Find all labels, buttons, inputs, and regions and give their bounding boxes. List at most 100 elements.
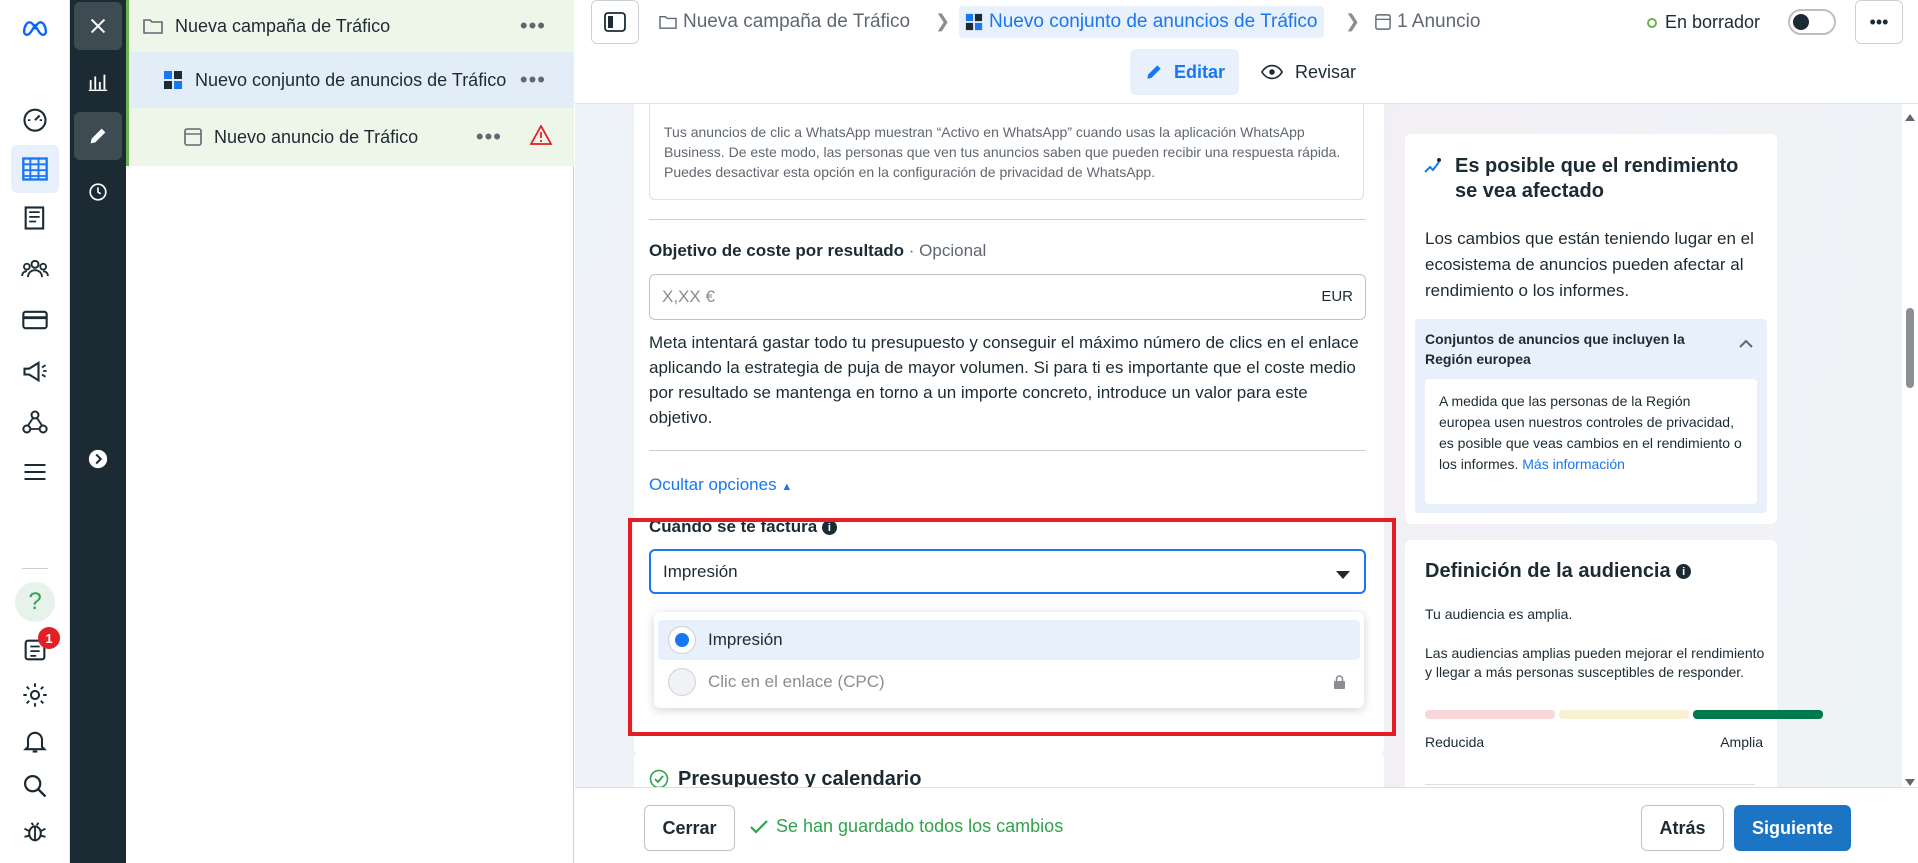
eu-accordion-title: Conjuntos de anuncios que incluyen la Re…	[1425, 331, 1685, 367]
expand-panel-icon[interactable]	[74, 435, 122, 483]
perf-title: Es posible que el rendimiento se vea afe…	[1455, 155, 1739, 202]
cost-goal-label: Objetivo de coste por resultado · Opcion…	[649, 241, 986, 261]
breadcrumb-adset-label: Nuevo conjunto de anuncios de Tráfico	[989, 11, 1318, 32]
cost-goal-help: Meta intentará gastar todo tu presupuest…	[649, 333, 1359, 427]
help-icon[interactable]: ?	[15, 582, 55, 622]
more-options-button[interactable]: •••	[1855, 0, 1903, 44]
more-info-link[interactable]: Más información	[1522, 456, 1625, 472]
editor-topbar: Nueva campaña de Tráfico ❯ Nuevo conjunt…	[575, 0, 1918, 104]
eu-accordion-body: A medida que las personas de la Región e…	[1425, 379, 1757, 504]
settings-icon[interactable]	[16, 676, 54, 714]
campaign-more-icon[interactable]: •••	[520, 13, 546, 39]
editor-bottombar: Cerrar Se han guardado todos los cambios…	[575, 787, 1918, 863]
ads-manager-icon[interactable]	[11, 145, 59, 193]
audience-min-label: Reducida	[1425, 734, 1485, 750]
audience-line1: Tu audiencia es amplia.	[1425, 606, 1573, 622]
more-icon: •••	[1869, 11, 1889, 32]
billing-icon[interactable]	[16, 301, 54, 339]
ad-window-icon	[184, 128, 202, 146]
notifications-list-icon[interactable]: 1	[16, 627, 60, 669]
tree-item-adset[interactable]: Nuevo conjunto de anuncios de Tráfico ••…	[126, 52, 574, 108]
check-icon	[750, 819, 768, 834]
dashboard-icon[interactable]	[16, 100, 54, 138]
audience-meter-broad	[1693, 710, 1823, 719]
menu-icon[interactable]	[16, 453, 54, 491]
toggle-sidebar-icon[interactable]	[591, 0, 639, 44]
edit-mode-button[interactable]: Editar	[1130, 49, 1240, 95]
folder-icon	[143, 17, 163, 35]
campaign-icon[interactable]	[16, 352, 54, 390]
cost-goal-input[interactable]: X,XX € EUR	[649, 274, 1366, 320]
tree-ad-label: Nuevo anuncio de Tráfico	[214, 126, 419, 147]
cost-goal-placeholder: X,XX €	[662, 287, 715, 306]
billing-option-impression-label: Impresión	[708, 630, 783, 649]
audience-meter-mid	[1559, 710, 1689, 719]
info-icon[interactable]: i	[1676, 564, 1692, 580]
billing-option-cpc[interactable]: Clic en el enlace (CPC)	[658, 662, 1360, 702]
bell-icon[interactable]	[16, 722, 54, 760]
budget-card[interactable]: Presupuesto y calendario	[634, 752, 1384, 787]
back-button[interactable]: Atrás	[1641, 805, 1724, 851]
saved-status: Se han guardado todos los cambios	[750, 816, 1063, 837]
close-button-label: Cerrar	[662, 817, 717, 838]
budget-title: Presupuesto y calendario	[678, 768, 922, 787]
adset-grid-icon	[965, 13, 983, 31]
breadcrumb-adset[interactable]: Nuevo conjunto de anuncios de Tráfico	[959, 6, 1324, 38]
next-button[interactable]: Siguiente	[1734, 805, 1851, 851]
radio-selected[interactable]	[668, 626, 696, 654]
tree-item-campaign[interactable]: Nueva campaña de Tráfico •••	[126, 0, 574, 52]
close-editor-icon[interactable]	[74, 2, 122, 50]
scrollbar-thumb[interactable]	[1906, 308, 1914, 388]
audience-title: Definición de la audiencia i	[1425, 560, 1692, 583]
network-icon[interactable]	[16, 403, 54, 441]
search-icon[interactable]	[16, 767, 54, 805]
chevron-up-icon[interactable]	[1739, 335, 1753, 353]
billing-select-value: Impresión	[663, 562, 738, 581]
draft-status: En borrador	[1647, 12, 1760, 33]
adset-grid-icon	[163, 70, 183, 90]
breadcrumb-chevron-icon: ❯	[935, 11, 951, 31]
tree-adset-label: Nuevo conjunto de anuncios de Tráfico	[195, 69, 507, 90]
breadcrumb-campaign[interactable]: Nueva campaña de Tráfico	[659, 6, 910, 38]
status-dot-icon	[1647, 17, 1657, 28]
whatsapp-info-text: Tus anuncios de clic a WhatsApp muestran…	[664, 124, 1341, 180]
billing-dropdown-menu: Impresión Clic en el enlace (CPC)	[654, 612, 1364, 708]
divider	[1425, 784, 1755, 785]
adset-more-icon[interactable]: •••	[520, 67, 546, 93]
scroll-up-icon[interactable]	[1905, 108, 1915, 126]
breadcrumb-chevron-icon: ❯	[1345, 11, 1361, 31]
pages-icon[interactable]	[16, 199, 54, 237]
breadcrumb-ad[interactable]: 1 Anuncio	[1375, 6, 1480, 38]
bug-icon[interactable]	[16, 812, 54, 850]
tree-item-ad[interactable]: Nuevo anuncio de Tráfico •••	[126, 108, 574, 166]
audience-definition-card: Definición de la audiencia i Tu audienci…	[1405, 540, 1823, 787]
ad-more-icon[interactable]: •••	[476, 124, 502, 150]
meta-logo-icon[interactable]	[16, 8, 54, 46]
info-icon[interactable]: i	[821, 520, 837, 536]
billing-label: Cuándo se te factura i	[649, 517, 837, 537]
hide-options-link[interactable]: Ocultar opciones ▲	[649, 472, 792, 500]
chart-icon[interactable]	[74, 58, 122, 106]
cost-goal-optional: · Opcional	[904, 241, 987, 260]
review-mode-button[interactable]: Revisar	[1247, 49, 1370, 95]
campaign-tree-panel: Nueva campaña de Tráfico ••• Nuevo conju…	[126, 0, 574, 863]
ad-window-icon	[1375, 14, 1391, 30]
warning-icon[interactable]	[529, 123, 553, 150]
billing-option-impression[interactable]: Impresión	[658, 620, 1360, 660]
status-toggle[interactable]	[1788, 9, 1836, 35]
cost-goal-currency: EUR	[1321, 288, 1353, 305]
sparkle-chart-icon	[1423, 156, 1443, 181]
main-scrollbar[interactable]	[1902, 104, 1918, 787]
divider	[649, 450, 1366, 451]
perf-body: Los cambios que están teniendo lugar en …	[1425, 229, 1754, 300]
close-button[interactable]: Cerrar	[644, 805, 735, 851]
edit-pencil-icon[interactable]	[74, 112, 122, 160]
eu-accordion: Conjuntos de anuncios que incluyen la Re…	[1415, 319, 1767, 513]
billing-select[interactable]: Impresión	[649, 549, 1366, 594]
help-glyph: ?	[28, 588, 42, 615]
audiences-icon[interactable]	[16, 250, 54, 288]
hide-options-label: Ocultar opciones	[649, 475, 777, 494]
eye-icon	[1261, 64, 1283, 80]
history-clock-icon[interactable]	[74, 168, 122, 216]
global-nav-rail: ? 1	[0, 0, 70, 863]
